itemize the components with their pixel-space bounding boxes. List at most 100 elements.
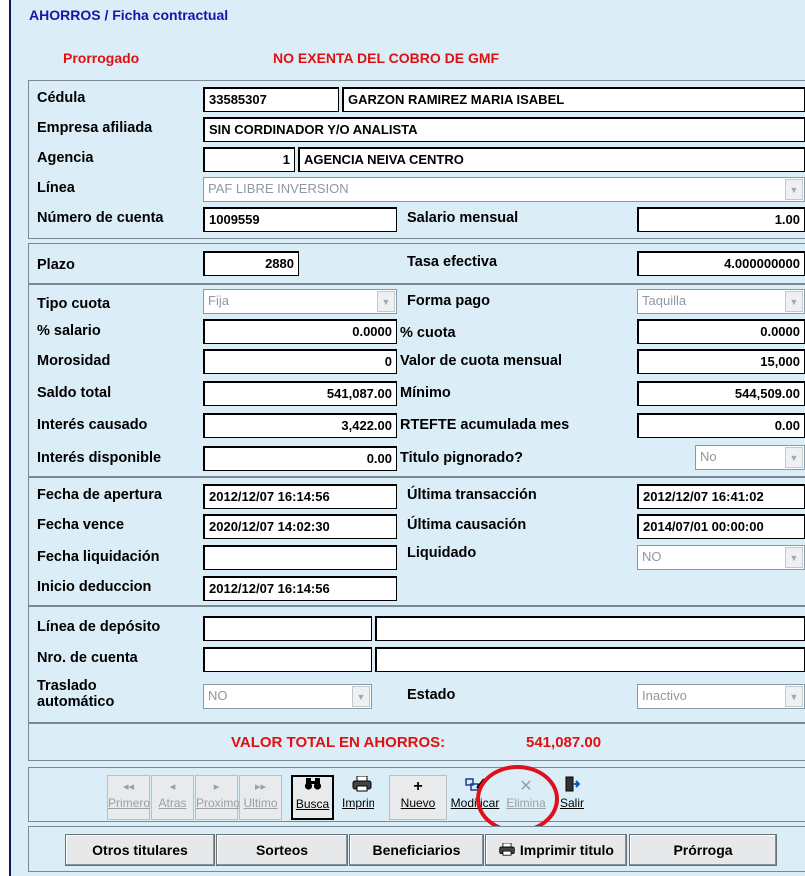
new-label: Nuevo	[400, 796, 436, 810]
chevron-down-icon[interactable]: ▼	[785, 291, 803, 312]
chevron-down-icon[interactable]: ▼	[785, 686, 803, 707]
morosidad-field[interactable]: 0	[203, 349, 397, 374]
liquidado-value: NO	[642, 549, 662, 564]
inicio-field[interactable]: 2012/12/07 16:14:56	[203, 576, 397, 601]
forma-pago-label: Forma pago	[407, 293, 490, 309]
agencia-label: Agencia	[37, 150, 94, 166]
liquidado-label: Liquidado	[407, 545, 477, 561]
apertura-label: Fecha de apertura	[37, 487, 162, 503]
linea-deposito-name-field[interactable]	[375, 616, 805, 641]
salario-label: Salario mensual	[407, 210, 519, 226]
pct-salario-field[interactable]: 0.0000	[203, 319, 397, 344]
new-button[interactable]: + Nuevo	[389, 775, 447, 820]
tipo-cuota-dropdown[interactable]: Fija ▼	[203, 289, 397, 314]
pct-salario-label: % salario	[37, 323, 101, 339]
empresa-field[interactable]: SIN CORDINADOR Y/O ANALISTA	[203, 117, 805, 142]
nav-last-button[interactable]: ▸▸ Ultimo	[239, 775, 282, 820]
chevron-down-icon[interactable]: ▼	[785, 179, 803, 200]
form-window: AHORROS / Ficha contractual Prorrogado N…	[9, 0, 805, 876]
prorroga-button[interactable]: Prórroga	[629, 834, 777, 866]
printer-icon	[498, 842, 520, 858]
total-label: VALOR TOTAL EN AHORROS:	[231, 734, 446, 751]
imprimir-titulo-button[interactable]: Imprimir titulo	[485, 834, 627, 866]
linea-deposito-label: Línea de depósito	[37, 619, 161, 635]
plazo-section: Plazo 2880 Tasa efectiva 4.000000000	[28, 243, 805, 284]
highlight-circle	[476, 765, 559, 833]
apertura-field[interactable]: 2012/12/07 16:14:56	[203, 484, 397, 509]
plazo-field[interactable]: 2880	[203, 251, 299, 276]
nro-cuenta-name-field[interactable]	[375, 647, 805, 672]
nav-next-button[interactable]: ▸ Proximo	[195, 775, 240, 820]
inicio-label: Inicio deduccion	[37, 579, 152, 595]
otros-titulares-button[interactable]: Otros titulares	[65, 834, 215, 866]
pignorado-label: Titulo pignorado?	[400, 450, 523, 466]
agencia-name-field[interactable]: AGENCIA NEIVA CENTRO	[298, 147, 805, 172]
interes-causado-field[interactable]: 3,422.00	[203, 413, 397, 438]
ult-caus-field[interactable]: 2014/07/01 00:00:00	[637, 514, 805, 539]
total-section: VALOR TOTAL EN AHORROS: 541,087.00	[28, 723, 805, 761]
beneficiarios-button[interactable]: Beneficiarios	[349, 834, 484, 866]
first-record-icon: ◂◂	[122, 781, 135, 793]
window-title: AHORROS / Ficha contractual	[29, 7, 229, 23]
cedula-field[interactable]: 33585307	[203, 87, 339, 112]
last-record-icon: ▸▸	[254, 781, 267, 793]
salario-field[interactable]: 1.00	[637, 207, 805, 232]
ult-trans-label: Última transacción	[407, 487, 537, 503]
printer-icon	[340, 775, 384, 796]
imprimir-titulo-label: Imprimir titulo	[519, 842, 614, 858]
rtefte-field[interactable]: 0.00	[637, 413, 805, 438]
actions-bar: Otros titulares Sorteos Beneficiarios Im…	[28, 826, 805, 872]
total-value: 541,087.00	[526, 734, 602, 751]
search-button[interactable]: Busca	[291, 775, 334, 820]
traslado-label: Traslado automático	[37, 678, 114, 710]
pct-cuota-label: % cuota	[400, 325, 456, 341]
liquidado-dropdown[interactable]: NO ▼	[637, 545, 805, 570]
liquidacion-label: Fecha liquidación	[37, 549, 160, 565]
vence-field[interactable]: 2020/12/07 14:02:30	[203, 514, 397, 539]
estado-label: Estado	[407, 687, 456, 703]
ult-trans-field[interactable]: 2012/12/07 16:41:02	[637, 484, 805, 509]
chevron-down-icon[interactable]: ▼	[785, 547, 803, 568]
rtefte-label: RTEFTE acumulada mes	[400, 417, 570, 433]
search-label: Busca	[295, 797, 330, 811]
chevron-down-icon[interactable]: ▼	[352, 686, 370, 707]
valor-cuota-label: Valor de cuota mensual	[400, 353, 562, 369]
linea-label: Línea	[37, 180, 75, 196]
valor-cuota-field[interactable]: 15,000	[637, 349, 805, 374]
minimo-field[interactable]: 544,509.00	[637, 381, 805, 406]
print-button[interactable]: Imprimir	[339, 775, 385, 820]
cuenta-label: Número de cuenta	[37, 210, 164, 226]
client-name-field[interactable]: GARZON RAMIREZ MARIA ISABEL	[342, 87, 805, 112]
chevron-down-icon[interactable]: ▼	[785, 447, 803, 468]
nro-cuenta-label: Nro. de cuenta	[37, 650, 138, 666]
agencia-code-field[interactable]: 1	[203, 147, 295, 172]
pignorado-dropdown[interactable]: No ▼	[695, 445, 805, 470]
tasa-field[interactable]: 4.000000000	[637, 251, 805, 276]
estado-dropdown[interactable]: Inactivo ▼	[637, 684, 805, 709]
cuota-section: Tipo cuota Fija ▼ Forma pago Taquilla ▼ …	[28, 284, 805, 477]
tasa-label: Tasa efectiva	[407, 254, 498, 270]
tipo-cuota-value: Fija	[208, 293, 229, 308]
chevron-down-icon[interactable]: ▼	[377, 291, 395, 312]
nro-cuenta-code-field[interactable]	[203, 647, 372, 672]
saldo-field[interactable]: 541,087.00	[203, 381, 397, 406]
liquidacion-field[interactable]	[203, 545, 397, 570]
plus-icon: +	[413, 778, 423, 795]
pignorado-value: No	[700, 449, 717, 464]
pct-cuota-field[interactable]: 0.0000	[637, 319, 805, 344]
forma-pago-dropdown[interactable]: Taquilla ▼	[637, 289, 805, 314]
traslado-dropdown[interactable]: NO ▼	[203, 684, 372, 709]
nav-first-button[interactable]: ◂◂ Primero	[107, 775, 150, 820]
interes-disp-field[interactable]: 0.00	[203, 446, 397, 471]
nav-back-label: Atras	[158, 796, 187, 810]
linea-deposito-code-field[interactable]	[203, 616, 372, 641]
cuenta-field[interactable]: 1009559	[203, 207, 397, 232]
sorteos-button[interactable]: Sorteos	[216, 834, 348, 866]
linea-dropdown[interactable]: PAF LIBRE INVERSION ▼	[203, 177, 805, 202]
nav-toolbar: ◂◂ Primero ◂ Atras ▸ Proximo ▸▸ Ultimo B…	[28, 767, 805, 822]
empresa-label: Empresa afiliada	[37, 120, 153, 136]
nav-back-button[interactable]: ◂ Atras	[151, 775, 194, 820]
saldo-label: Saldo total	[37, 385, 112, 401]
deposito-section: Línea de depósito Nro. de cuenta Traslad…	[28, 606, 805, 723]
fechas-section: Fecha de apertura 2012/12/07 16:14:56 Úl…	[28, 477, 805, 606]
